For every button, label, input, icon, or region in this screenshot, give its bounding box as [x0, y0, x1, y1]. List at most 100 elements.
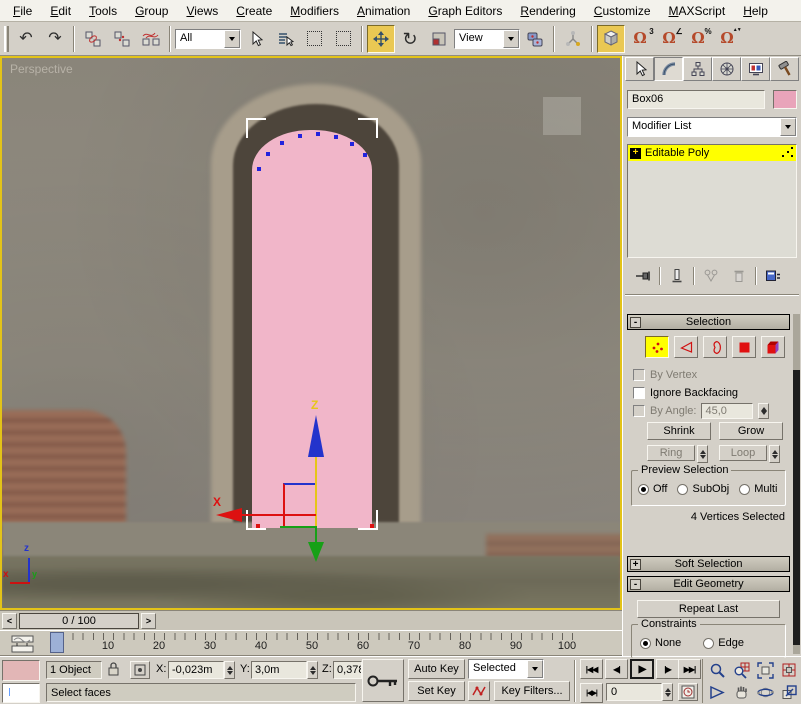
key-filters-button[interactable]: Key Filters...: [494, 681, 570, 701]
tab-motion[interactable]: [712, 57, 741, 81]
vertex-handle[interactable]: [298, 134, 302, 138]
none-radio[interactable]: [640, 638, 651, 649]
vertex-handle[interactable]: [363, 153, 367, 157]
menu-rendering[interactable]: Rendering: [511, 1, 584, 21]
dropdown-arrow-icon[interactable]: [503, 30, 519, 48]
soft-selection-rollout-header[interactable]: + Soft Selection: [627, 556, 790, 572]
vertex-handle[interactable]: [280, 141, 284, 145]
angle-spinner[interactable]: [758, 403, 769, 419]
edge-mode-button[interactable]: [674, 336, 698, 358]
zoom-all-button[interactable]: [729, 659, 753, 681]
menu-create[interactable]: Create: [227, 1, 281, 21]
ring-spinner[interactable]: [697, 445, 708, 463]
select-and-link-button[interactable]: [79, 25, 107, 53]
polygon-mode-button[interactable]: [732, 336, 756, 358]
make-unique-button[interactable]: [699, 266, 723, 286]
modifier-stack-selected-row[interactable]: + Editable Poly: [628, 145, 796, 161]
subobj-radio[interactable]: [677, 484, 688, 495]
reference-coordinate-dropdown[interactable]: View: [454, 29, 520, 49]
macro-recorder-pane[interactable]: [2, 660, 40, 681]
unlink-selection-button[interactable]: [108, 25, 136, 53]
track-bar[interactable]: 0 10 20 30 40 50 60 70 80 90 100: [0, 630, 622, 656]
vertex-handle[interactable]: [334, 135, 338, 139]
percent-snap-button[interactable]: Ω%: [684, 25, 712, 53]
by-vertex-option[interactable]: By Vertex: [633, 368, 697, 382]
menu-tools[interactable]: Tools: [80, 1, 126, 21]
set-keys-button[interactable]: [362, 659, 404, 702]
go-to-end-button[interactable]: ▶▶|: [678, 659, 701, 679]
vertex-mode-button[interactable]: [645, 336, 669, 358]
gizmo-plane-handle[interactable]: [283, 483, 316, 527]
go-to-start-button[interactable]: |◀◀: [580, 659, 603, 679]
track-bar-ruler[interactable]: 0 10 20 30 40 50 60 70 80 90 100: [44, 631, 604, 657]
select-object-button[interactable]: [242, 25, 270, 53]
remove-modifier-button[interactable]: [727, 266, 751, 286]
play-button[interactable]: ▶: [630, 659, 654, 679]
absolute-offset-mode-toggle[interactable]: [130, 661, 150, 679]
previous-frame-button[interactable]: ◀|: [605, 659, 628, 679]
use-pivot-point-center-button[interactable]: [521, 25, 549, 53]
selection-filter-dropdown[interactable]: All: [175, 29, 241, 49]
configure-modifier-sets-button[interactable]: [761, 266, 785, 286]
show-end-result-button[interactable]: [665, 266, 689, 286]
selection-lock-toggle[interactable]: [106, 661, 122, 678]
tab-modify[interactable]: [654, 57, 683, 81]
gizmo-x-arrow-icon[interactable]: [216, 508, 242, 522]
frame-spinner[interactable]: [662, 683, 673, 701]
constraint-edge-option[interactable]: Edge: [703, 637, 744, 649]
y-coordinate-field[interactable]: 3,0m: [251, 661, 307, 679]
vertex-handle[interactable]: [257, 167, 261, 171]
selection-rollout-header[interactable]: - Selection: [627, 314, 790, 330]
toolbar-grip[interactable]: [4, 26, 9, 52]
multi-radio[interactable]: [739, 484, 750, 495]
angle-snap-button[interactable]: Ω∠: [655, 25, 683, 53]
spinner-snap-button[interactable]: Ω▲▼: [713, 25, 741, 53]
panel-scrollbar[interactable]: [793, 314, 800, 654]
snaps-toggle-button[interactable]: [597, 25, 625, 53]
expand-icon[interactable]: +: [630, 559, 641, 570]
object-color-swatch[interactable]: [773, 90, 797, 109]
zoom-button[interactable]: [705, 659, 729, 681]
constraint-none-option[interactable]: None: [640, 637, 681, 649]
menu-graph-editors[interactable]: Graph Editors: [419, 1, 511, 21]
snaps-3d-button[interactable]: Ω3: [626, 25, 654, 53]
tab-utilities[interactable]: [770, 57, 799, 81]
time-configuration-button[interactable]: [678, 683, 698, 701]
collapse-icon[interactable]: -: [630, 579, 641, 590]
key-mode-toggle[interactable]: |◀▶|: [580, 683, 603, 703]
element-mode-button[interactable]: [761, 336, 785, 358]
arc-rotate-button[interactable]: [753, 681, 777, 703]
shrink-button[interactable]: Shrink: [647, 422, 711, 440]
maxscript-mini-listener[interactable]: [2, 683, 40, 703]
menu-edit[interactable]: Edit: [41, 1, 80, 21]
by-angle-option[interactable]: By Angle: 45,0: [633, 404, 769, 418]
loop-button[interactable]: Loop: [719, 445, 767, 461]
auto-key-button[interactable]: Auto Key: [408, 659, 465, 679]
box06-object[interactable]: [252, 130, 372, 528]
grow-button[interactable]: Grow: [719, 422, 783, 440]
previous-frame-arrow-button[interactable]: <: [2, 613, 17, 629]
pan-view-button[interactable]: [729, 681, 753, 703]
dropdown-arrow-icon[interactable]: [224, 30, 240, 48]
collapse-icon[interactable]: -: [630, 317, 641, 328]
edit-geometry-rollout-header[interactable]: - Edit Geometry: [627, 576, 790, 592]
open-mini-curve-editor-button[interactable]: [6, 634, 40, 654]
vertex-handle[interactable]: [266, 152, 270, 156]
gizmo-z-arrow-icon[interactable]: [308, 415, 324, 457]
preview-subobj-option[interactable]: SubObj: [677, 483, 729, 495]
vertex-handle[interactable]: [350, 142, 354, 146]
x-spinner[interactable]: [224, 661, 235, 679]
window-crossing-button[interactable]: [329, 25, 357, 53]
ignore-backfacing-option[interactable]: Ignore Backfacing: [633, 386, 738, 400]
menu-group[interactable]: Group: [126, 1, 177, 21]
default-in-out-tangents-button[interactable]: [468, 681, 490, 701]
menu-customize[interactable]: Customize: [585, 1, 660, 21]
z-coordinate-field[interactable]: 0,378m: [333, 661, 362, 679]
by-angle-checkbox[interactable]: [633, 405, 645, 417]
gizmo-y-arrow-icon[interactable]: [308, 542, 324, 562]
menu-file[interactable]: File: [4, 1, 41, 21]
ignore-backfacing-checkbox[interactable]: [633, 387, 645, 399]
repeat-last-button[interactable]: Repeat Last: [637, 600, 780, 618]
field-of-view-button[interactable]: [705, 681, 729, 703]
tab-create[interactable]: [625, 57, 654, 81]
